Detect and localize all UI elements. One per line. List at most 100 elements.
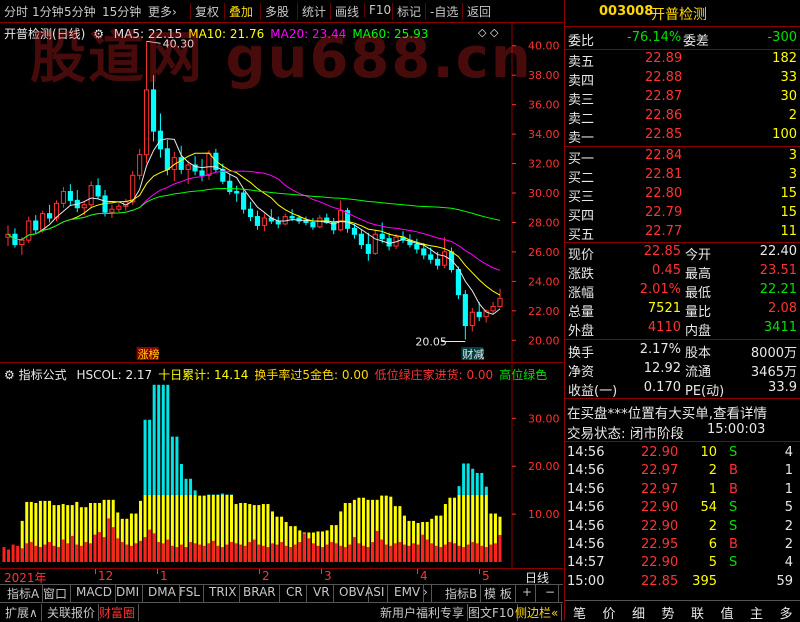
trade-status: 交易状态: 闭市阶段 (567, 422, 684, 442)
indicator-gear-icon[interactable]: ⚙ (4, 368, 15, 382)
hscol-bar (230, 542, 233, 562)
indicator-tab-1[interactable]: 窗口 (40, 585, 71, 602)
tick-row-0[interactable]: 14:5622.9010S4 (565, 444, 800, 463)
tick-row-7[interactable]: 15:0022.8539559 (565, 573, 800, 592)
side-tab-4[interactable]: 联 (691, 603, 704, 622)
bids-row-1[interactable]: 买二22.813 (565, 166, 800, 185)
hscol-bar (394, 543, 397, 562)
candle-body (47, 214, 51, 218)
side-tab-3[interactable]: 势 (662, 603, 675, 622)
bottom-tab-1[interactable]: 关联报价 (44, 604, 99, 621)
asks-row-0[interactable]: 卖五22.89182 (565, 50, 800, 69)
tick-time: 14:56 (567, 537, 604, 552)
hscol-bar (212, 541, 215, 562)
cyan-bar (171, 437, 174, 495)
indicator-tab-11[interactable]: ASI (362, 585, 388, 602)
asks-row-1[interactable]: 卖四22.8833 (565, 69, 800, 88)
mark-right[interactable]: 财减 (462, 347, 484, 361)
hscol-bar (175, 547, 178, 562)
indicator-tab-4[interactable]: DMA (145, 585, 180, 602)
tick-row-1[interactable]: 14:5622.972B1 (565, 462, 800, 481)
candle-body (151, 90, 155, 131)
tick-row-2[interactable]: 14:5622.971B1 (565, 481, 800, 500)
indicator-legend-3: 低位绿庄家进货: 0.00 (375, 368, 494, 382)
indicator-tab-15[interactable]: 模 板 (481, 585, 516, 602)
indicator-tab-7[interactable]: BRAR (240, 585, 280, 602)
bids-row-0[interactable]: 买一22.843 (565, 147, 800, 166)
indicator-svg[interactable]: 30.0020.0010.00 (0, 364, 563, 568)
notice-row[interactable]: 在买盘***位置有大买单,查看详情 (565, 401, 800, 420)
bids-volume: 15 (780, 186, 797, 201)
tick-row-5[interactable]: 14:5622.956B2 (565, 536, 800, 555)
watermark: 股道网 gu688.cn (30, 13, 533, 94)
candle-body (463, 295, 467, 326)
time-label-4: 3 (324, 569, 332, 583)
asks-row-2[interactable]: 卖三22.8730 (565, 88, 800, 107)
hscol-bar (412, 543, 415, 562)
candle-body (96, 186, 100, 196)
quote-value: 2.08 (768, 301, 797, 316)
asks-row-3[interactable]: 卖二22.862 (565, 107, 800, 126)
side-tab-7[interactable]: 多 (780, 603, 793, 622)
bottom-tabs: 扩展∧关联报价财富圈 新用户福利专享图文F10侧边栏« (0, 602, 563, 621)
bottom-tab-2[interactable]: 财富圈 (96, 604, 139, 621)
price-tick-label: 40.00 (528, 40, 560, 53)
hscol-bar (476, 543, 479, 562)
indicator-title[interactable]: 指标公式 (19, 368, 67, 382)
indicator-tab-13[interactable]: › (420, 585, 432, 602)
bids-row-3[interactable]: 买四22.7915 (565, 204, 800, 223)
indicator-tab-9[interactable]: VR (310, 585, 334, 602)
hscol-bar (253, 540, 256, 562)
fund-label: 换手 (568, 342, 594, 361)
big-order-notice[interactable]: 在买盘***位置有大买单,查看详情 (567, 402, 767, 422)
indicator-tab-6[interactable]: TRIX (206, 585, 240, 602)
side-tab-5[interactable]: 值 (721, 603, 734, 622)
candle-body (228, 181, 232, 191)
time-label-6: 5 (482, 569, 490, 583)
bottom-right-tab-1[interactable]: 图文F10 (465, 604, 518, 621)
tick-row-6[interactable]: 14:5722.905S4 (565, 554, 800, 573)
indicator-tab-0[interactable]: 指标A (4, 585, 43, 602)
cyan-bar (153, 385, 156, 495)
hscol-bar (321, 547, 324, 562)
hscol-bar (467, 545, 470, 562)
cyan-bar (476, 473, 479, 495)
tick-volume: 10 (700, 445, 717, 460)
indicator-tab-5[interactable]: FSL (176, 585, 204, 602)
bottom-right-tab-0[interactable]: 新用户福利专享 (377, 604, 468, 621)
tick-row-4[interactable]: 14:5622.902S2 (565, 518, 800, 537)
side-tab-1[interactable]: 价 (603, 603, 616, 622)
bottom-tab-0[interactable]: 扩展∧ (2, 604, 42, 621)
hscol-bar (362, 546, 365, 562)
mark-left[interactable]: 涨榜 (138, 347, 160, 361)
tick-row-3[interactable]: 14:5622.9054S5 (565, 499, 800, 518)
cyan-bar (221, 494, 224, 495)
toolbar-item-0[interactable]: 分时 (4, 3, 28, 20)
quote-row-4: 外盘4110内盘3411 (565, 319, 800, 338)
side-tab-2[interactable]: 细 (632, 603, 645, 622)
tick-price: 22.90 (641, 519, 678, 534)
side-tab-6[interactable]: 主 (750, 603, 763, 622)
asks-row-4[interactable]: 卖一22.85100 (565, 126, 800, 145)
quote-value: 3411 (764, 320, 797, 335)
kline-chart[interactable]: 40.0038.0036.0034.0032.0030.0028.0026.00… (0, 23, 563, 363)
indicator-chart[interactable]: 30.0020.0010.00 ⚙ 指标公式 HSCOL: 2.17十日累计: … (0, 364, 563, 568)
indicator-tab-17[interactable]: − (542, 585, 559, 602)
hscol-bar (66, 543, 69, 562)
bids-price: 22.81 (645, 167, 682, 182)
indicator-tab-14[interactable]: 指标B (442, 585, 481, 602)
tick-volume: 54 (700, 500, 717, 515)
bottom-right-tab-2[interactable]: 侧边栏« (512, 604, 562, 621)
time-tick (417, 569, 418, 574)
hscol-bar (371, 542, 374, 562)
bids-price: 22.79 (645, 205, 682, 220)
indicator-tab-3[interactable]: DMI (113, 585, 143, 602)
hscol-bar (339, 546, 342, 562)
hscol-bar (357, 543, 360, 562)
indicator-tab-2[interactable]: MACD (73, 585, 116, 602)
indicator-tab-8[interactable]: CR (283, 585, 307, 602)
indicator-tab-16[interactable]: + (519, 585, 536, 602)
bids-row-2[interactable]: 买三22.8015 (565, 185, 800, 204)
side-tab-0[interactable]: 笔 (573, 603, 586, 622)
bids-row-4[interactable]: 买五22.7711 (565, 223, 800, 242)
